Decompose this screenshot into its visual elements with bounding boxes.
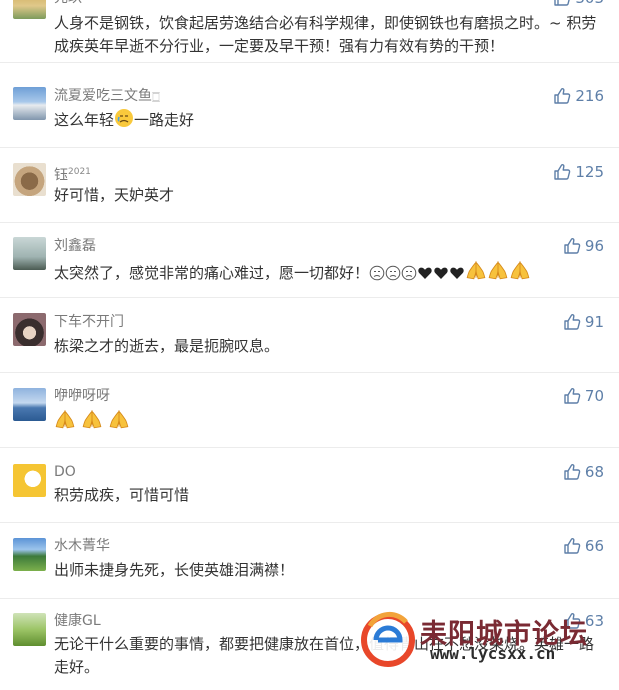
- comment-text: 这么年轻 一路走好: [54, 108, 601, 132]
- watermark-url: www.lycsxx.cn: [430, 644, 556, 663]
- like-button[interactable]: 68: [563, 462, 604, 482]
- thumbs-up-icon: [553, 163, 571, 181]
- comment-text: 积劳成疾，可惜可惜: [54, 486, 190, 504]
- crying-face-emoji: [115, 109, 134, 127]
- like-button[interactable]: 66: [563, 536, 604, 556]
- comment-username[interactable]: 先玖: [54, 0, 82, 8]
- avatar[interactable]: [13, 163, 46, 196]
- comment-text: 栋梁之才的逝去，最是扼腕叹息。: [54, 337, 280, 355]
- comment-item: 钰2021 125 好可惜，天妒英才: [0, 150, 619, 223]
- comment-item: 咿咿呀呀 70: [0, 374, 619, 448]
- thumbs-up-icon: [553, 0, 571, 7]
- comment-username[interactable]: 健康GL: [54, 611, 101, 631]
- comment-username[interactable]: 水木菁华: [54, 536, 110, 556]
- comment-username[interactable]: 下车不开门: [54, 312, 124, 332]
- like-button[interactable]: 96: [563, 236, 604, 256]
- like-count: 303: [575, 0, 604, 8]
- comment-text: 太突然了，感觉非常的痛心难过，愿一切都好！: [54, 259, 601, 285]
- comment-text: 人身不是钢铁，饮食起居劳逸结合必有科学规律，即使钢铁也有磨损之时。~ 积劳成疾英…: [54, 14, 597, 55]
- like-count: 216: [575, 87, 604, 105]
- comment-username[interactable]: 流夏爱吃三文鱼🀆: [54, 86, 160, 108]
- thumbs-up-icon: [563, 313, 581, 331]
- comment-item: 下车不开门 91 栋梁之才的逝去，最是扼腕叹息。: [0, 300, 619, 373]
- comment-item: 先玖 303 人身不是钢铁，饮食起居劳逸结合必有科学规律，即使钢铁也有磨损之时。…: [0, 0, 619, 63]
- folded-hands-emoji: [487, 259, 509, 281]
- black-heart-emoji: [449, 265, 465, 281]
- sad-face-emoji: [401, 265, 417, 281]
- like-count: 91: [584, 313, 604, 331]
- avatar[interactable]: [13, 464, 46, 497]
- sad-face-emoji: [385, 265, 401, 281]
- avatar[interactable]: [13, 87, 46, 120]
- like-count: 66: [584, 537, 604, 555]
- thumbs-up-icon: [563, 537, 581, 555]
- avatar[interactable]: [13, 237, 46, 270]
- comment-text: [54, 408, 601, 434]
- folded-hands-emoji: [465, 259, 487, 281]
- folded-hands-emoji: [54, 408, 76, 430]
- like-count: 68: [584, 463, 604, 481]
- like-button[interactable]: 70: [563, 386, 604, 406]
- like-count: 70: [584, 387, 604, 405]
- sad-face-emoji: [369, 265, 385, 281]
- like-button[interactable]: 216: [553, 86, 604, 106]
- thumbs-up-icon: [553, 87, 571, 105]
- folded-hands-emoji: [81, 408, 103, 430]
- like-button[interactable]: 91: [563, 312, 604, 332]
- comment-text: 好可惜，天妒英才: [54, 186, 175, 204]
- comment-text: 出师未捷身先死，长使英雄泪满襟！: [54, 561, 295, 579]
- avatar[interactable]: [13, 313, 46, 346]
- comment-username[interactable]: 咿咿呀呀: [54, 386, 110, 406]
- like-button[interactable]: 125: [553, 162, 604, 182]
- thumbs-up-icon: [563, 237, 581, 255]
- comment-item: 流夏爱吃三文鱼🀆 216 这么年轻 一路走好: [0, 77, 619, 148]
- name-superscript: 2021: [68, 167, 91, 177]
- thumbs-up-icon: [563, 463, 581, 481]
- name-suffix-icon: 🀆: [152, 92, 160, 103]
- like-count: 125: [575, 163, 604, 181]
- black-heart-emoji: [433, 265, 449, 281]
- thumbs-up-icon: [563, 387, 581, 405]
- avatar[interactable]: [13, 388, 46, 421]
- comment-item: 水木菁华 66 出师未捷身先死，长使英雄泪满襟！: [0, 524, 619, 599]
- avatar[interactable]: [13, 613, 46, 646]
- avatar[interactable]: [13, 538, 46, 571]
- like-button[interactable]: 303: [553, 0, 604, 8]
- folded-hands-emoji: [509, 259, 531, 281]
- folded-hands-emoji: [108, 408, 130, 430]
- like-count: 96: [584, 237, 604, 255]
- comment-item: DO 68 积劳成疾，可惜可惜: [0, 450, 619, 523]
- comment-item: 刘鑫磊 96 太突然了，感觉非常的痛心难过，愿一切都好！: [0, 224, 619, 298]
- comment-username[interactable]: 刘鑫磊: [54, 236, 96, 256]
- avatar[interactable]: [13, 0, 46, 19]
- comment-username[interactable]: 钰2021: [54, 162, 91, 186]
- comment-username[interactable]: DO: [54, 462, 76, 482]
- black-heart-emoji: [417, 265, 433, 281]
